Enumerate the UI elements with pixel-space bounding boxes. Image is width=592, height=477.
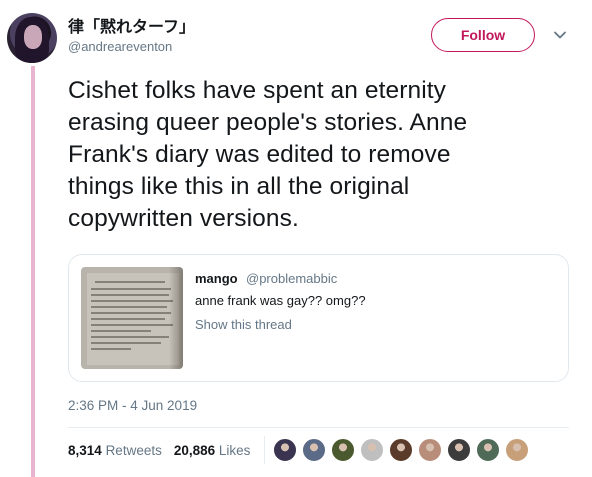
divider <box>68 427 569 428</box>
quoted-author-handle[interactable]: @problemabbic <box>246 271 337 286</box>
tweet-line: things like this in all the original <box>68 173 410 200</box>
liker-avatar[interactable] <box>447 438 471 462</box>
quoted-author-name[interactable]: mango <box>195 271 238 286</box>
chevron-down-icon[interactable] <box>553 28 567 42</box>
tweet-line: erasing queer people's stories. Anne <box>68 109 468 136</box>
thread-line <box>31 66 35 477</box>
liker-avatar[interactable] <box>302 438 326 462</box>
liker-avatar[interactable] <box>476 438 500 462</box>
liker-avatar[interactable] <box>273 438 297 462</box>
stats-separator <box>264 436 265 464</box>
retweets-stat[interactable]: 8,314 Retweets <box>68 443 162 458</box>
quoted-tweet-text: anne frank was gay?? omg?? <box>195 293 366 308</box>
tweet-line: copywritten versions. <box>68 205 299 232</box>
tweet-line: Frank's diary was edited to remove <box>68 141 451 168</box>
likes-count: 20,886 <box>173 443 216 458</box>
tweet-stats: 8,314 Retweets 20,886 Likes <box>68 443 250 458</box>
quoted-tweet-image[interactable] <box>81 267 183 369</box>
author-display-name[interactable]: 律「黙れターフ」 <box>68 13 195 37</box>
author-avatar[interactable] <box>7 13 57 63</box>
liker-avatar[interactable] <box>331 438 355 462</box>
tweet-line: Cishet folks have spent an eternity <box>68 77 447 104</box>
likes-label: Likes <box>218 443 251 458</box>
avatar-face <box>24 25 42 49</box>
tweet-timestamp[interactable]: 2:36 PM - 4 Jun 2019 <box>68 398 197 413</box>
show-thread-link[interactable]: Show this thread <box>195 317 292 332</box>
liker-avatar[interactable] <box>389 438 413 462</box>
tweet-text: Cishet folks have spent an eternity eras… <box>68 75 548 235</box>
retweets-label: Retweets <box>105 443 162 458</box>
liker-avatar[interactable] <box>360 438 384 462</box>
liker-avatar[interactable] <box>505 438 529 462</box>
likes-stat[interactable]: 20,886 Likes <box>174 443 251 458</box>
retweets-count: 8,314 <box>68 443 102 458</box>
author-handle[interactable]: @andreareventon <box>68 39 172 54</box>
follow-button[interactable]: Follow <box>431 18 535 52</box>
liker-avatar[interactable] <box>418 438 442 462</box>
